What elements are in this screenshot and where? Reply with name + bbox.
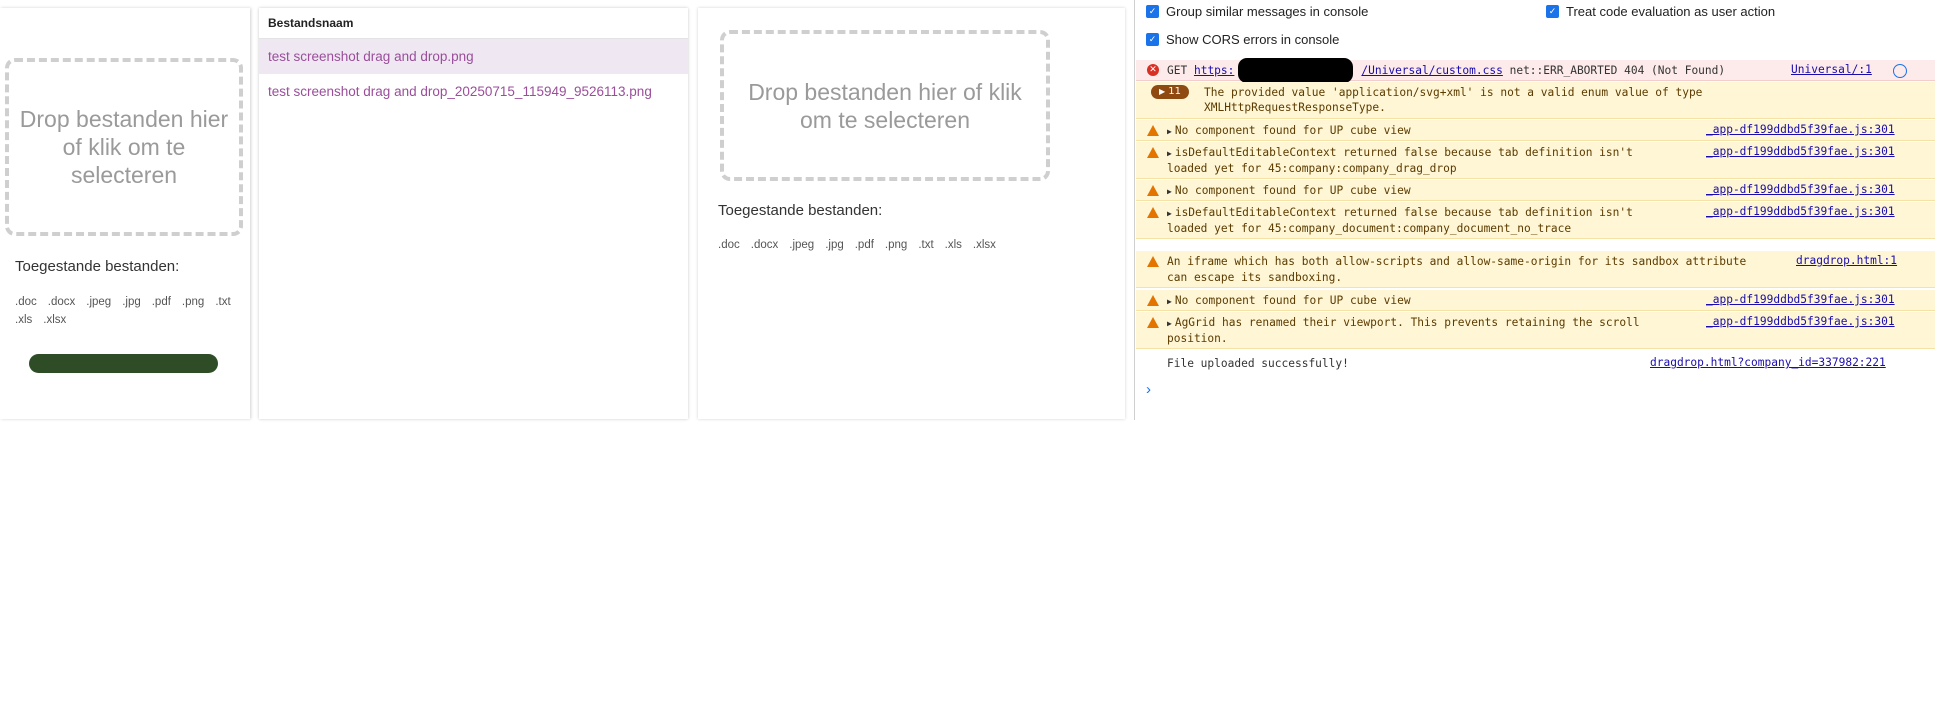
console-message-error: ✕ GET https: /Universal/custom.css net::E… — [1136, 58, 1935, 83]
message-source-link[interactable]: dragdrop.html:1 — [1796, 254, 1897, 267]
message-source-link[interactable]: Universal/:1 — [1791, 63, 1872, 76]
ext-xls: .xls — [15, 314, 33, 326]
option-treat-code-eval[interactable]: ✓ Treat code evaluation as user action — [1546, 4, 1775, 19]
message-line: loaded yet for 45:company_document:compa… — [1167, 222, 1572, 235]
upload-panel-right: Drop bestanden hier of klik om te select… — [698, 8, 1125, 419]
console-message-warning[interactable]: ▶ isDefaultEditableContext returned false… — [1136, 202, 1935, 239]
message-line: loaded yet for 45:company:company_drag_d… — [1167, 162, 1457, 175]
option-label: Show CORS errors in console — [1166, 32, 1340, 47]
expand-triangle-icon[interactable]: ▶ — [1167, 297, 1172, 306]
devtools-console: ✓ Group similar messages in console ✓ Tr… — [1134, 0, 1935, 420]
allowed-files-label-right: Toegestande bestanden: — [718, 202, 883, 219]
ext-docx: .docx — [750, 239, 779, 251]
dropzone-left-text: Drop bestanden hier of klik om te select… — [19, 106, 229, 188]
console-message-warning[interactable]: ▶ No component found for UP cube view _ap… — [1136, 120, 1935, 141]
error-text: net::ERR_ABORTED 404 (Not Found) — [1509, 64, 1726, 77]
ext-doc: .doc — [718, 239, 740, 251]
message-source-link[interactable]: _app-df199ddbd5f39fae.js:301 — [1706, 183, 1895, 196]
warning-icon — [1147, 256, 1159, 267]
dropzone-left[interactable]: Drop bestanden hier of klik om te select… — [5, 58, 243, 236]
file-list-panel: Bestandsnaam test screenshot drag and dr… — [259, 8, 688, 419]
ext-txt: .txt — [215, 296, 231, 308]
file-row[interactable]: test screenshot drag and drop_20250715_1… — [259, 74, 688, 109]
option-show-cors[interactable]: ✓ Show CORS errors in console — [1146, 32, 1339, 47]
console-message-log: File uploaded successfully! dragdrop.htm… — [1136, 353, 1935, 374]
message-line: An iframe which has both allow-scripts a… — [1167, 255, 1747, 268]
warning-icon — [1147, 317, 1159, 328]
message-line: No component found for UP cube view — [1174, 294, 1411, 307]
message-source-link[interactable]: _app-df199ddbd5f39fae.js:301 — [1706, 145, 1895, 158]
warning-icon — [1147, 185, 1159, 196]
allowed-extensions-left: .doc .docx .jpeg .jpg .pdf .png .txt .xls .xlsx — [15, 293, 245, 329]
option-group-similar[interactable]: ✓ Group similar messages in console — [1146, 4, 1368, 19]
dropzone-right[interactable]: Drop bestanden hier of klik om te select… — [720, 30, 1050, 181]
option-label: Group similar messages in console — [1166, 4, 1369, 19]
ext-png: .png — [181, 296, 205, 308]
warning-icon — [1147, 295, 1159, 306]
expand-triangle-icon[interactable]: ▶ — [1167, 319, 1172, 328]
ext-pdf: .pdf — [854, 239, 874, 251]
message-line: XMLHttpRequestResponseType. — [1204, 101, 1386, 114]
message-line: isDefaultEditableContext returned false … — [1174, 146, 1633, 159]
expand-triangle-icon[interactable]: ▶ — [1167, 187, 1172, 196]
expand-triangle-icon[interactable]: ▶ — [1167, 209, 1172, 218]
message-line: No component found for UP cube view — [1174, 124, 1411, 137]
file-list-header: Bestandsnaam — [259, 8, 688, 39]
warning-icon — [1147, 147, 1159, 158]
warning-icon — [1147, 125, 1159, 136]
ext-xls: .xls — [944, 239, 962, 251]
message-line: isDefaultEditableContext returned false … — [1174, 206, 1633, 219]
warning-icon — [1147, 207, 1159, 218]
ext-doc: .doc — [15, 296, 37, 308]
message-source-link[interactable]: _app-df199ddbd5f39fae.js:301 — [1706, 205, 1895, 218]
message-line: No component found for UP cube view — [1174, 184, 1411, 197]
console-message-warning: ▶ 11 The provided value 'application/svg+… — [1136, 82, 1935, 119]
upload-progress-bar — [29, 354, 218, 373]
ext-jpg: .jpg — [122, 296, 141, 308]
ext-jpg: .jpg — [825, 239, 844, 251]
repeat-count: 11 — [1168, 86, 1181, 97]
dropzone-right-text: Drop bestanden hier of klik om te select… — [748, 78, 1022, 133]
expand-triangle-icon[interactable]: ▶ — [1167, 149, 1172, 158]
console-prompt-chevron-icon[interactable]: › — [1146, 381, 1151, 398]
checkbox-checked-icon[interactable]: ✓ — [1546, 5, 1559, 18]
console-message-warning[interactable]: ▶ AgGrid has renamed their viewport. This… — [1136, 312, 1935, 349]
message-source-link[interactable]: dragdrop.html?company_id=337982:221 — [1650, 356, 1886, 369]
request-url-start[interactable]: https: — [1194, 64, 1234, 77]
message-source-link[interactable]: _app-df199ddbd5f39fae.js:301 — [1706, 315, 1895, 328]
error-icon: ✕ — [1147, 64, 1159, 76]
message-source-link[interactable]: _app-df199ddbd5f39fae.js:301 — [1706, 293, 1895, 306]
message-source-link[interactable]: _app-df199ddbd5f39fae.js:301 — [1706, 123, 1895, 136]
message-line: position. — [1167, 332, 1228, 345]
ext-png: .png — [884, 239, 908, 251]
console-message-warning[interactable]: ▶ No component found for UP cube view _ap… — [1136, 180, 1935, 201]
file-row[interactable]: test screenshot drag and drop.png — [259, 39, 688, 74]
ext-jpeg: .jpeg — [86, 296, 112, 308]
checkbox-checked-icon[interactable]: ✓ — [1146, 5, 1159, 18]
message-line: AgGrid has renamed their viewport. This … — [1174, 316, 1640, 329]
message-line: File uploaded successfully! — [1167, 357, 1349, 370]
checkbox-checked-icon[interactable]: ✓ — [1146, 33, 1159, 46]
ext-docx: .docx — [47, 296, 76, 308]
allowed-files-label-left: Toegestande bestanden: — [15, 258, 180, 275]
ext-jpeg: .jpeg — [789, 239, 815, 251]
request-method: GET — [1167, 64, 1188, 77]
network-globe-icon[interactable] — [1893, 64, 1907, 78]
allowed-extensions-right: .doc .docx .jpeg .jpg .pdf .png .txt .xls .xlsx — [718, 236, 1118, 254]
console-message-warning[interactable]: ▶ No component found for UP cube view _ap… — [1136, 290, 1935, 311]
message-line: The provided value 'application/svg+xml'… — [1204, 86, 1703, 99]
upload-panel-left: Drop bestanden hier of klik om te select… — [0, 8, 250, 419]
expand-triangle-icon[interactable]: ▶ — [1167, 127, 1172, 136]
message-line: can escape its sandboxing. — [1167, 271, 1343, 284]
ext-xlsx: .xlsx — [972, 239, 996, 251]
request-url-end[interactable]: /Universal/custom.css — [1361, 64, 1502, 77]
console-message-warning: An iframe which has both allow-scripts a… — [1136, 251, 1935, 288]
option-label: Treat code evaluation as user action — [1566, 4, 1776, 19]
repeat-count-badge[interactable]: ▶ 11 — [1151, 85, 1189, 99]
ext-pdf: .pdf — [151, 296, 171, 308]
console-message-warning[interactable]: ▶ isDefaultEditableContext returned false… — [1136, 142, 1935, 179]
ext-xlsx: .xlsx — [43, 314, 67, 326]
redaction-mark — [1238, 58, 1353, 83]
ext-txt: .txt — [918, 239, 934, 251]
